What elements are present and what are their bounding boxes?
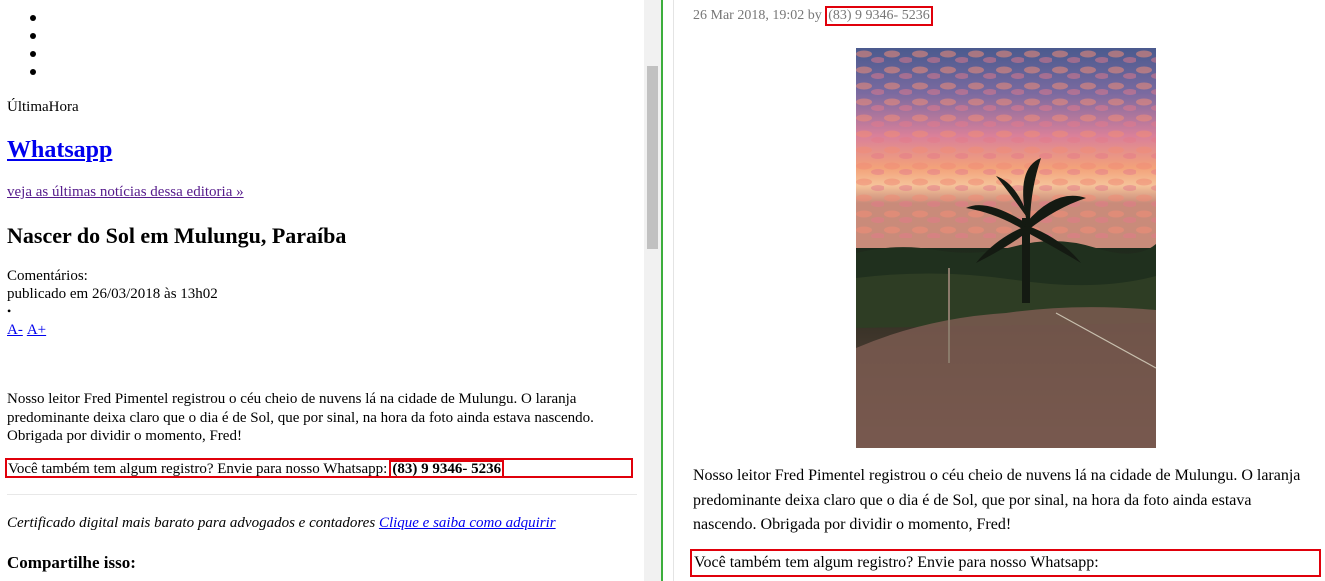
left-pane: ÚltimaHora Whatsapp veja as últimas notí… (0, 0, 644, 581)
pane-divider-light (673, 0, 674, 581)
editoria-sub-link[interactable]: veja as últimas notícias dessa editoria … (7, 184, 244, 201)
post-author-phone[interactable]: (83) 9 9346- 5236 (825, 6, 933, 26)
whatsapp-promo: Você também tem algum registro? Envie pa… (5, 458, 633, 478)
cert-link[interactable]: Clique e saiba como adquirir (379, 515, 556, 531)
section-label: ÚltimaHora (7, 99, 79, 115)
bullet-dot: • (7, 304, 12, 318)
share-heading: Compartilhe isso: (7, 553, 136, 572)
font-size-controls: A- A+ (7, 322, 50, 339)
published-date: publicado em 26/03/2018 às 13h02 (7, 286, 218, 302)
article-body: Nosso leitor Fred Pimentel registrou o c… (7, 391, 594, 444)
article-title: Nascer do Sol em Mulungu, Paraíba (7, 223, 347, 248)
font-decrease-link[interactable]: A- (7, 322, 23, 338)
post-meta: 26 Mar 2018, 19:02 by (83) 9 9346- 5236 (693, 6, 933, 26)
editoria-link[interactable]: Whatsapp (7, 137, 112, 164)
divider-line (7, 494, 637, 495)
font-increase-link[interactable]: A+ (27, 322, 46, 338)
whatsapp-promo-right: Você também tem algum registro? Envie pa… (690, 549, 1321, 577)
scroll-thumb[interactable] (647, 66, 658, 249)
article-body-right: Nosso leitor Fred Pimentel registrou o c… (693, 467, 1301, 533)
pane-divider (661, 0, 663, 581)
post-date: 26 Mar 2018, 19:02 by (693, 8, 822, 23)
cert-text: Certificado digital mais barato para adv… (7, 515, 376, 531)
cert-ad: Certificado digital mais barato para adv… (7, 515, 556, 532)
scrollbar[interactable] (644, 0, 661, 581)
promo-text: Você também tem algum registro? Envie pa… (8, 461, 388, 477)
sunrise-photo (856, 48, 1156, 448)
promo-number: (83) 9 9346- 5236 (389, 460, 505, 478)
comments-label: Comentários: (7, 268, 88, 284)
